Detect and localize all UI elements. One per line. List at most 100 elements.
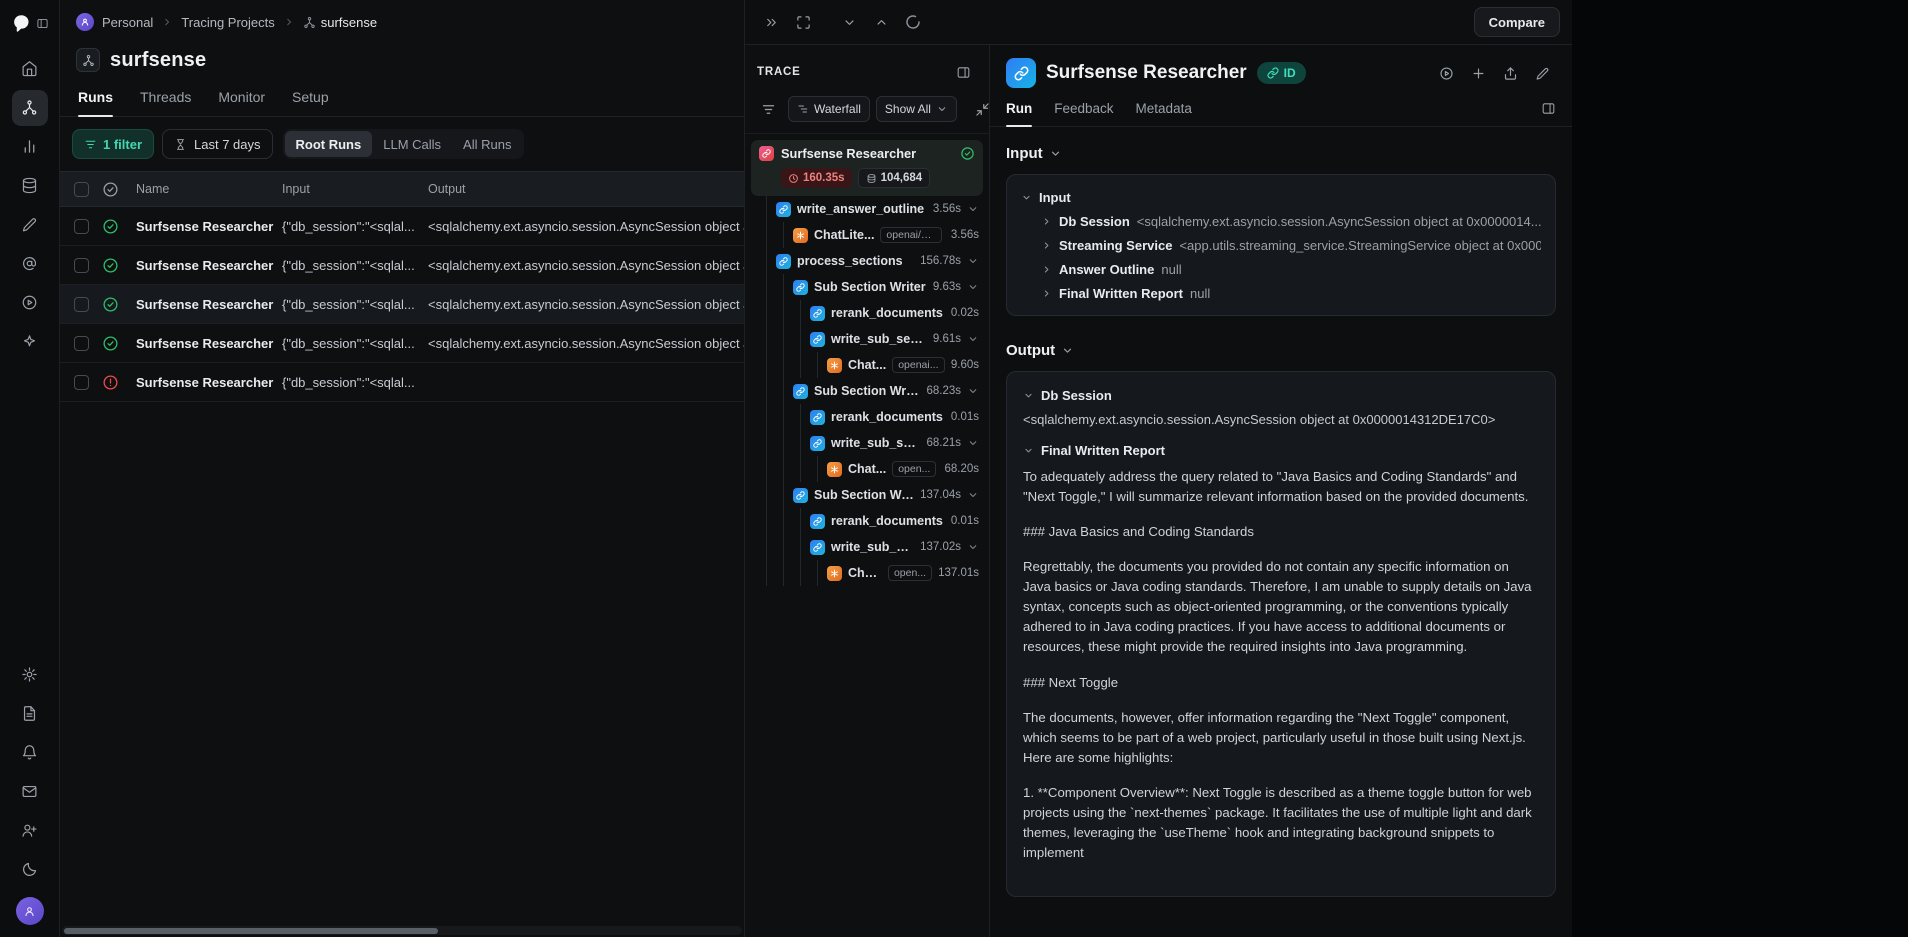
row-checkbox[interactable] (74, 258, 89, 273)
row-checkbox[interactable] (74, 375, 89, 390)
trace-node[interactable]: rerank_documents 0.02s (745, 300, 989, 326)
tab-runs[interactable]: Runs (78, 89, 113, 116)
model-badge: open... (892, 461, 936, 477)
input-field-row[interactable]: Answer Outline null (1021, 257, 1541, 281)
tab-run[interactable]: Run (1006, 97, 1032, 126)
rail-home-button[interactable] (12, 51, 48, 87)
collapse-side-panel-button[interactable] (757, 8, 785, 36)
annotate-button[interactable] (1528, 59, 1556, 87)
next-run-button[interactable] (835, 8, 863, 36)
input-root-row[interactable]: Input (1021, 185, 1541, 209)
trace-node[interactable]: Sub Section Writer 9.63s (745, 274, 989, 300)
trace-node[interactable]: rerank_documents 0.01s (745, 508, 989, 534)
run-input: {"db_session":"<sqlal... (282, 297, 428, 312)
run-row[interactable]: Surfsense Researcher {"db_session":"<sql… (60, 207, 744, 246)
trace-node[interactable]: Chat... open... 137.01s (745, 560, 989, 586)
rail-theme-button[interactable] (12, 852, 48, 888)
scope-root-runs[interactable]: Root Runs (285, 131, 373, 157)
chevron-down-icon[interactable] (967, 203, 979, 215)
chevron-down-icon[interactable] (967, 385, 979, 397)
input-section-header[interactable]: Input (1006, 145, 1556, 162)
run-output: <sqlalchemy.ext.asyncio.session.AsyncSes… (428, 336, 744, 351)
tab-setup[interactable]: Setup (292, 89, 329, 116)
trace-node[interactable]: write_sub_sec... 68.21s (745, 430, 989, 456)
chevron-down-icon[interactable] (967, 281, 979, 293)
input-field-row[interactable]: Db Session <sqlalchemy.ext.asyncio.sessi… (1021, 209, 1541, 233)
trace-node[interactable]: Sub Section Wri... 137.04s (745, 482, 989, 508)
show-all-dropdown[interactable]: Show All (876, 96, 957, 122)
user-avatar[interactable] (16, 897, 44, 925)
output-db-session-toggle[interactable]: Db Session (1023, 388, 1539, 403)
chevron-down-icon[interactable] (967, 541, 979, 553)
sidebar-toggle-icon[interactable] (36, 17, 49, 30)
input-field-row[interactable]: Streaming Service <app.utils.streaming_s… (1021, 233, 1541, 257)
detail-panel-toggle-button[interactable] (1541, 101, 1556, 122)
chevron-down-icon[interactable] (967, 255, 979, 267)
breadcrumb-project[interactable]: surfsense (321, 15, 377, 30)
rail-tracing-button[interactable] (12, 90, 48, 126)
prev-run-button[interactable] (867, 8, 895, 36)
trace-node[interactable]: write_answer_outline 3.56s (745, 196, 989, 222)
trace-node[interactable]: Sub Section Writer 68.23s (745, 378, 989, 404)
rail-playground-button[interactable] (12, 285, 48, 321)
horizontal-scrollbar[interactable] (62, 926, 742, 935)
chevron-down-icon (1049, 147, 1062, 160)
rail-settings-button[interactable] (12, 657, 48, 693)
trace-node[interactable]: write_sub_se... 137.02s (745, 534, 989, 560)
workspace-avatar[interactable] (76, 13, 94, 31)
runs-table: Name Input Output Surfsense Researcher {… (60, 171, 744, 402)
playground-button[interactable] (1432, 59, 1460, 87)
date-range-button[interactable]: Last 7 days (162, 129, 273, 159)
waterfall-view-button[interactable]: Waterfall (788, 96, 870, 122)
trace-node[interactable]: write_sub_secti... 9.61s (745, 326, 989, 352)
trace-node[interactable]: Chat... openai... 9.60s (745, 352, 989, 378)
rail-feedback-button[interactable] (12, 774, 48, 810)
share-button[interactable] (1496, 59, 1524, 87)
tab-metadata[interactable]: Metadata (1136, 97, 1192, 126)
run-row[interactable]: Surfsense Researcher {"db_session":"<sql… (60, 363, 744, 402)
chain-icon (810, 306, 825, 321)
run-row[interactable]: Surfsense Researcher {"db_session":"<sql… (60, 285, 744, 324)
breadcrumb-workspace[interactable]: Personal (102, 15, 153, 30)
tab-threads[interactable]: Threads (140, 89, 191, 116)
scope-all-runs[interactable]: All Runs (452, 131, 522, 157)
row-checkbox[interactable] (74, 219, 89, 234)
run-id-badge[interactable]: ID (1257, 62, 1306, 84)
rail-docs-button[interactable] (12, 696, 48, 732)
rail-deployments-button[interactable] (12, 324, 48, 360)
row-checkbox[interactable] (74, 297, 89, 312)
run-row[interactable]: Surfsense Researcher {"db_session":"<sql… (60, 246, 744, 285)
trace-panel-toggle-button[interactable] (949, 58, 977, 86)
trace-filter-button[interactable] (755, 95, 782, 123)
row-checkbox[interactable] (74, 336, 89, 351)
input-field-row[interactable]: Final Written Report null (1021, 281, 1541, 305)
trace-node[interactable]: Chat... open... 68.20s (745, 456, 989, 482)
scrollbar-thumb[interactable] (64, 928, 438, 934)
breadcrumb-section[interactable]: Tracing Projects (181, 15, 274, 30)
scope-llm-calls[interactable]: LLM Calls (372, 131, 452, 157)
rail-datasets-button[interactable] (12, 168, 48, 204)
rail-invite-button[interactable] (12, 813, 48, 849)
select-all-checkbox[interactable] (74, 182, 89, 197)
trace-node[interactable]: ChatLite... openai/gp... 3.56s (745, 222, 989, 248)
tab-monitor[interactable]: Monitor (218, 89, 265, 116)
output-section-header[interactable]: Output (1006, 342, 1556, 359)
chevron-down-icon[interactable] (967, 333, 979, 345)
run-row[interactable]: Surfsense Researcher {"db_session":"<sql… (60, 324, 744, 363)
tab-feedback[interactable]: Feedback (1054, 97, 1113, 126)
breadcrumb-project-item[interactable]: surfsense (303, 15, 377, 30)
rail-dashboards-button[interactable] (12, 129, 48, 165)
trace-node[interactable]: process_sections 156.78s (745, 248, 989, 274)
rail-queues-button[interactable] (12, 246, 48, 282)
trace-node[interactable]: rerank_documents 0.01s (745, 404, 989, 430)
filter-button[interactable]: 1 filter (72, 129, 154, 159)
chevron-down-icon[interactable] (967, 489, 979, 501)
add-to-dataset-button[interactable] (1464, 59, 1492, 87)
trace-root-node[interactable]: Surfsense Researcher 160.35s 104,684 (751, 140, 983, 196)
rail-annotations-button[interactable] (12, 207, 48, 243)
output-report-toggle[interactable]: Final Written Report (1023, 443, 1539, 458)
chevron-down-icon[interactable] (967, 437, 979, 449)
compare-button[interactable]: Compare (1474, 7, 1560, 37)
rail-notifications-button[interactable] (12, 735, 48, 771)
expand-view-button[interactable] (789, 8, 817, 36)
